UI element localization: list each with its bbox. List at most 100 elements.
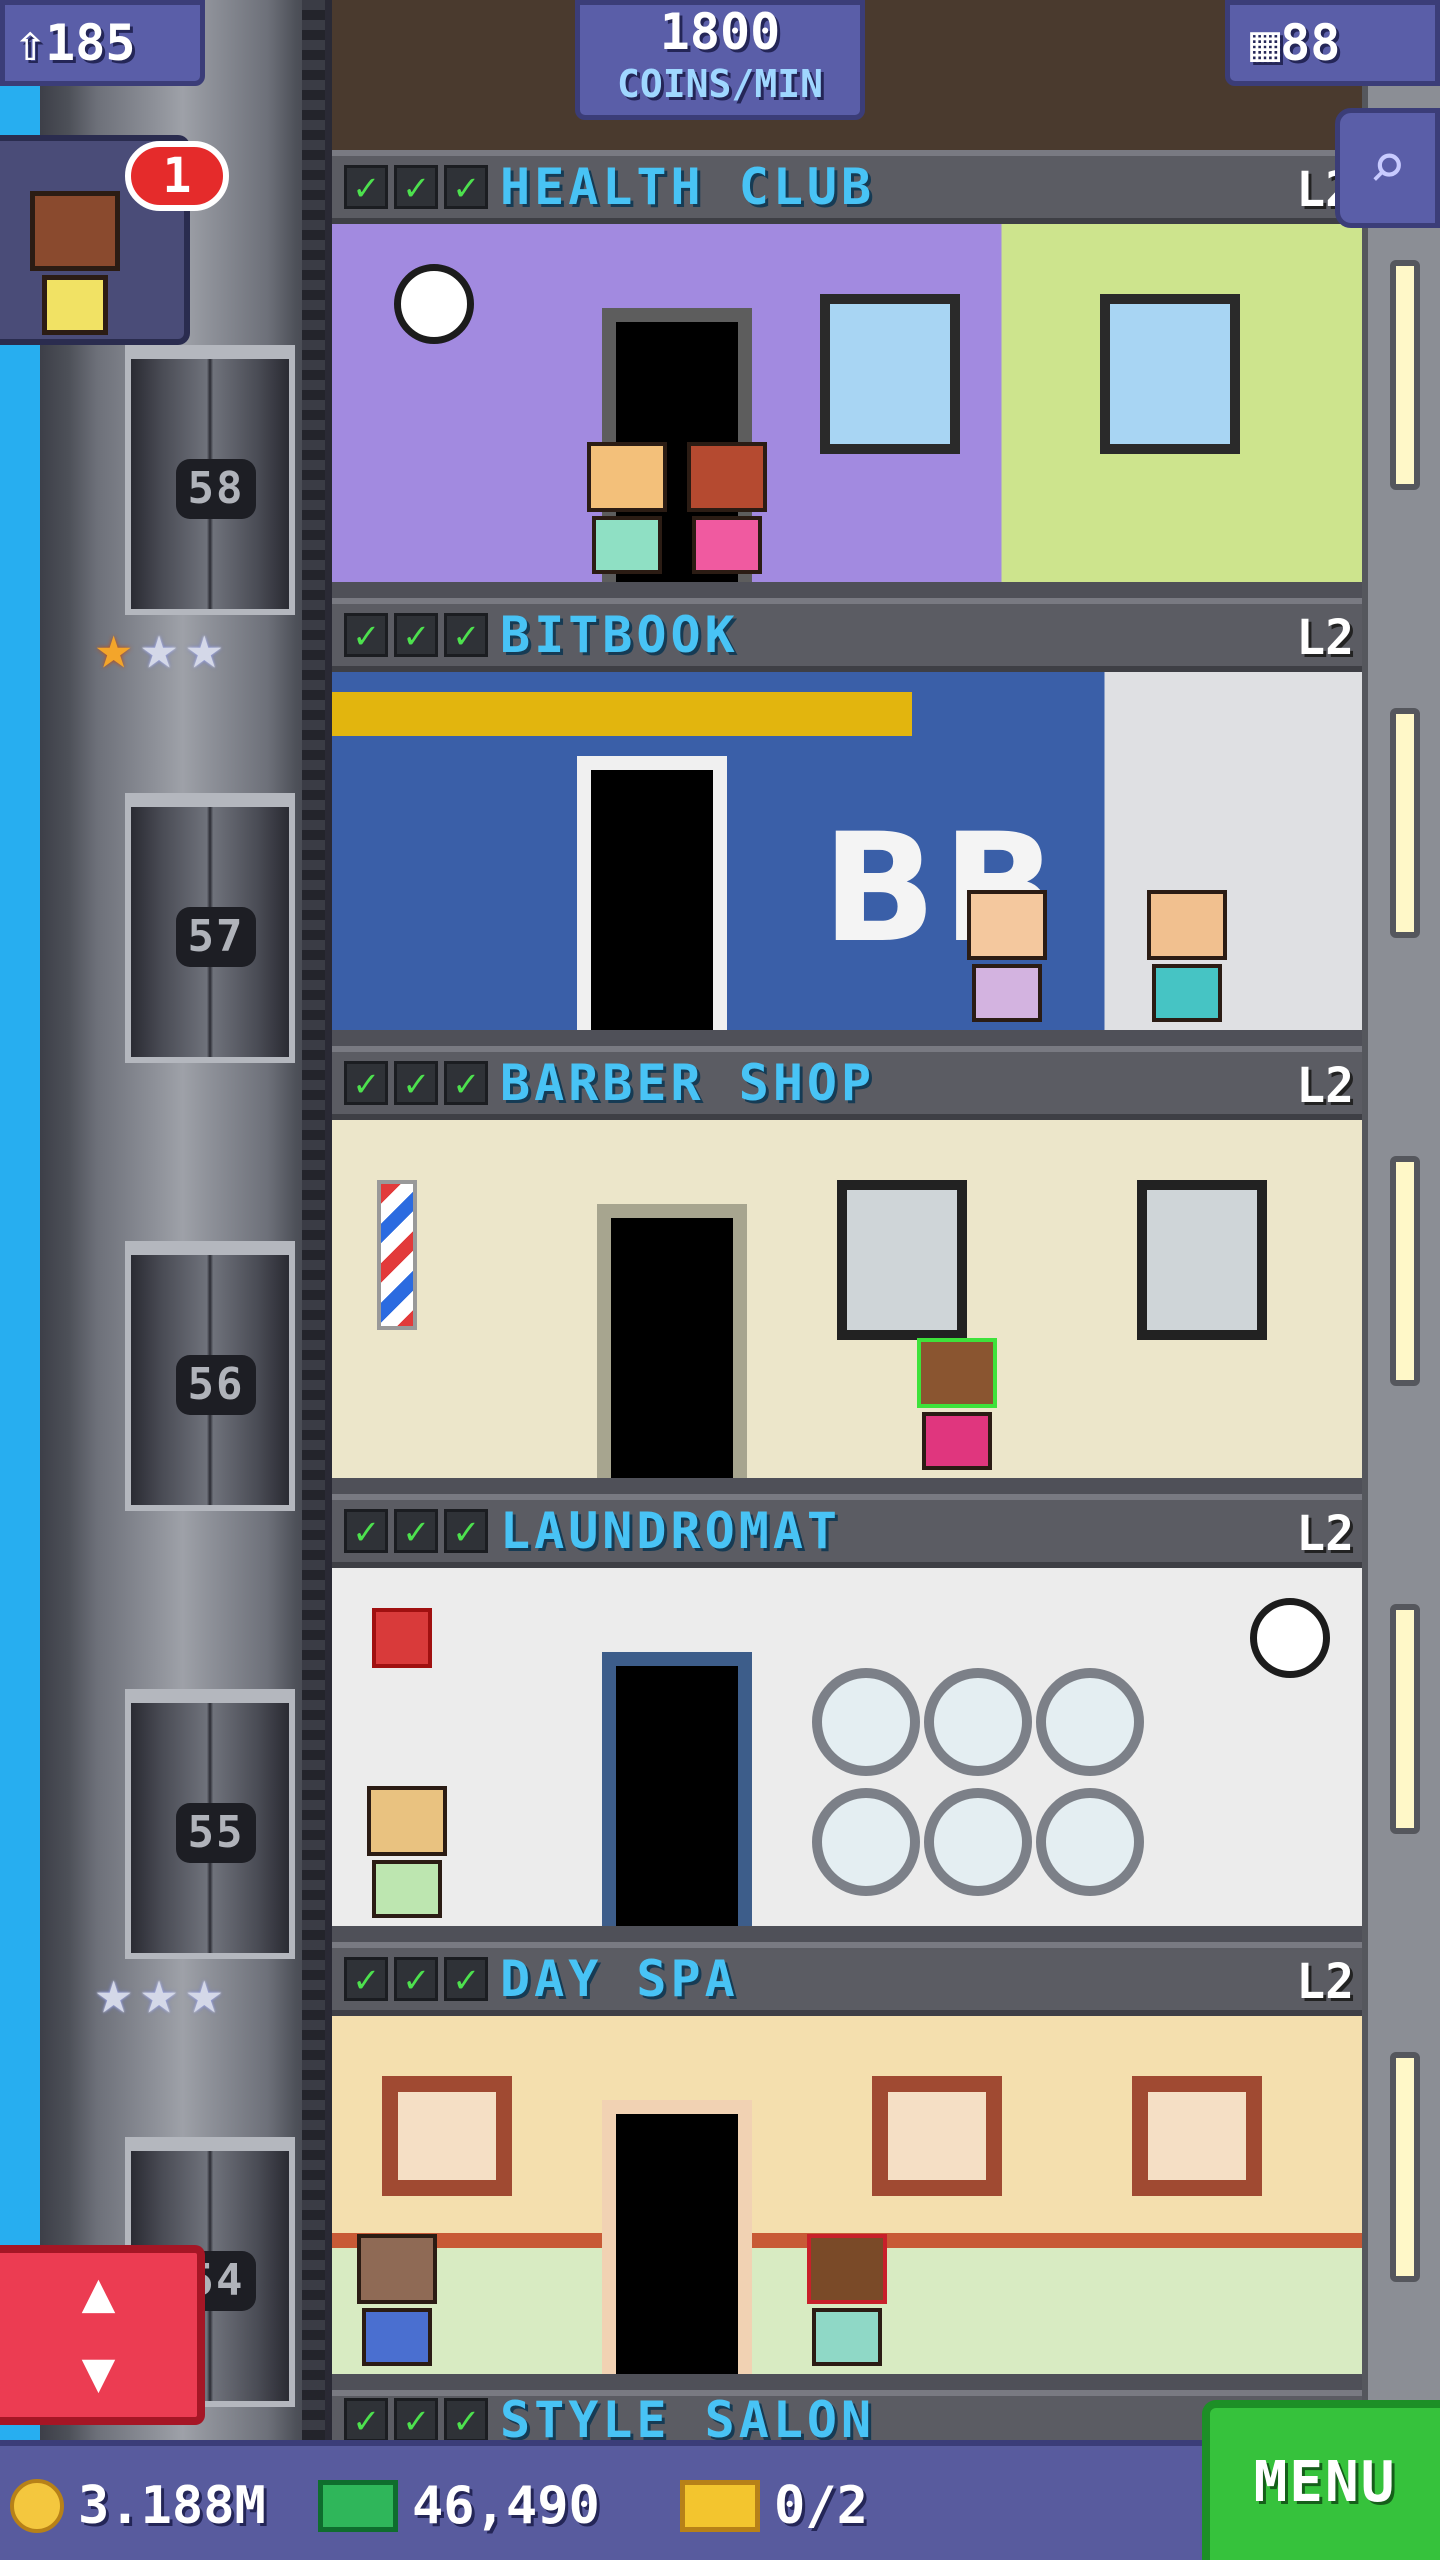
floor-name: BARBER SHOP (500, 1054, 876, 1112)
tenant[interactable] (352, 2234, 442, 2374)
visitor-notification[interactable]: 1 (0, 135, 229, 345)
elevator-floor-number: 56 (176, 1355, 256, 1415)
floor-header: ✓ ✓ ✓ BARBER SHOP L2 (332, 1046, 1362, 1120)
coin-icon (10, 2479, 64, 2533)
menu-button[interactable]: MENU (1202, 2400, 1440, 2560)
coins-display[interactable]: 3.188M (10, 2466, 266, 2546)
window (1100, 294, 1240, 454)
floor-bitbook[interactable]: ✓ ✓ ✓ BITBOOK L2 BB (332, 598, 1362, 1046)
picture-frame (872, 2076, 1002, 2196)
floor-level: L2 (1296, 610, 1354, 666)
washer (924, 1788, 1032, 1896)
ticket-icon (680, 2480, 760, 2532)
washer (1036, 1668, 1144, 1776)
bux-icon (318, 2480, 398, 2532)
room-floor (332, 1478, 1362, 1494)
room-interior (332, 1120, 1362, 1494)
floor-header: ✓ ✓ ✓ LAUNDROMAT L2 (332, 1494, 1362, 1568)
bux-value: 46,490 (412, 2476, 600, 2536)
notification-badge: 1 (125, 141, 229, 211)
room-interior (332, 1568, 1362, 1942)
check-icon: ✓ (344, 1957, 388, 2001)
check-icon: ✓ (394, 1509, 438, 1553)
no-sign-icon (372, 1608, 432, 1668)
tenant[interactable] (1142, 890, 1232, 1030)
floor-counter[interactable]: ▦88 (1225, 0, 1440, 86)
picture-frame (382, 2076, 512, 2196)
floor-level: L2 (1296, 1058, 1354, 1114)
room-floor (332, 2374, 1362, 2390)
room-door (602, 1652, 752, 1942)
floor-health-club[interactable]: ✓ ✓ ✓ HEALTH CLUB L2 (332, 150, 1362, 598)
room-interior (332, 224, 1362, 598)
tenant[interactable] (682, 442, 772, 582)
search-button[interactable]: ⌕ (1335, 108, 1440, 228)
star-icon: ★ (185, 610, 223, 683)
check-icon: ✓ (344, 613, 388, 657)
washer (1036, 1788, 1144, 1896)
floor-level: L2 (1296, 1506, 1354, 1562)
floor-header: ✓ ✓ ✓ BITBOOK L2 (332, 598, 1362, 672)
up-down-arrows-icon: ▲ ▼ (81, 2260, 116, 2405)
floor-day-spa[interactable]: ✓ ✓ ✓ DAY SPA L2 (332, 1942, 1362, 2390)
population-value: 185 (45, 14, 136, 72)
floor-star-rating: ★ ★ ★ (95, 1960, 223, 2024)
floor-laundromat[interactable]: ✓ ✓ ✓ LAUNDROMAT L2 (332, 1494, 1362, 1942)
building-right-wall (1362, 0, 1440, 2460)
barber-pole (377, 1180, 417, 1330)
picture-frame (1132, 2076, 1262, 2196)
coins-per-minute-value: 1800 (659, 3, 781, 61)
floor-checks: ✓ ✓ ✓ (344, 1957, 488, 2001)
floor-header: ✓ ✓ ✓ DAY SPA L2 (332, 1942, 1362, 2016)
floor-barber-shop[interactable]: ✓ ✓ ✓ BARBER SHOP L2 (332, 1046, 1362, 1494)
elevator-floor-number: 55 (176, 1803, 256, 1863)
check-icon: ✓ (444, 2398, 488, 2442)
check-icon: ✓ (394, 2398, 438, 2442)
clock-icon (1250, 1598, 1330, 1678)
coins-per-minute-display: 1800 COINS/MIN (575, 0, 865, 120)
washer (924, 1668, 1032, 1776)
wall-light (1390, 1156, 1420, 1386)
floor-checks: ✓ ✓ ✓ (344, 2398, 488, 2442)
star-icon: ★ (95, 610, 133, 683)
population-counter[interactable]: ⇧185 (0, 0, 205, 86)
tenant[interactable] (962, 890, 1052, 1030)
room-interior: BB (332, 672, 1362, 1046)
elevator-button[interactable]: ▲ ▼ (0, 2245, 205, 2425)
mirror (837, 1180, 967, 1340)
elevator-car[interactable]: 57 (125, 793, 295, 1063)
tickets-display[interactable]: 0/2 (680, 2466, 868, 2546)
star-icon: ★ (140, 1955, 178, 2028)
room-door (597, 1204, 747, 1494)
floor-star-rating: ★ ★ ★ (95, 615, 223, 679)
room-floor (332, 582, 1362, 598)
floor-header: ✓ ✓ ✓ HEALTH CLUB L2 (332, 150, 1362, 224)
bux-display[interactable]: 46,490 (318, 2466, 600, 2546)
elevator-shaft[interactable]: 58 57 56 55 54 (40, 0, 325, 2560)
floor-count-value: 88 (1280, 14, 1341, 72)
room-door (602, 2100, 752, 2390)
mirror (1137, 1180, 1267, 1340)
star-icon: ★ (140, 610, 178, 683)
elevator-car[interactable]: 56 (125, 1241, 295, 1511)
elevator-car[interactable]: 58 (125, 345, 295, 615)
visitor-avatar-body (42, 275, 108, 335)
floor-name: HEALTH CLUB (500, 158, 876, 216)
tenant[interactable] (802, 2234, 892, 2374)
check-icon: ✓ (394, 1957, 438, 2001)
check-icon: ✓ (344, 1509, 388, 1553)
floor-name: BITBOOK (500, 606, 739, 664)
elevator-car[interactable]: 55 (125, 1689, 295, 1959)
tickets-value: 0/2 (774, 2476, 868, 2536)
tenant[interactable] (362, 1786, 452, 1926)
tenant[interactable] (582, 442, 672, 582)
tenant[interactable] (912, 1338, 1002, 1478)
check-icon: ✓ (444, 613, 488, 657)
room-interior (332, 2016, 1362, 2390)
floor-name: DAY SPA (500, 1950, 739, 2008)
wall-light (1390, 1604, 1420, 1834)
ceiling-pipe (332, 692, 912, 736)
person-up-icon: ⇧ (15, 14, 46, 72)
floor-checks: ✓ ✓ ✓ (344, 1509, 488, 1553)
check-icon: ✓ (344, 2398, 388, 2442)
